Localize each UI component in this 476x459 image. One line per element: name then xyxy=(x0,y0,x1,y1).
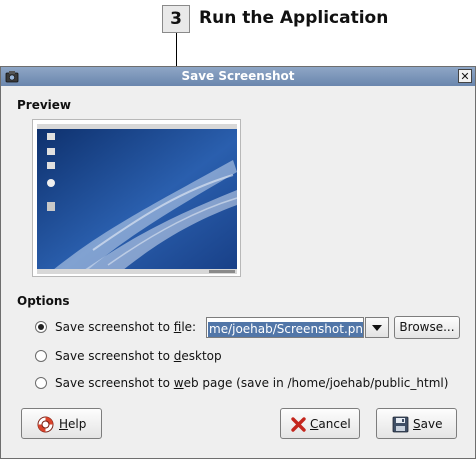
filename-field[interactable]: me/joehab/Screenshot.png xyxy=(206,317,364,338)
chevron-down-icon xyxy=(372,325,382,331)
floppy-disk-icon xyxy=(392,416,409,433)
location-dropdown-button[interactable] xyxy=(365,317,389,338)
save-to-desktop-radio[interactable] xyxy=(35,350,47,362)
save-to-web-radio[interactable] xyxy=(35,377,47,389)
help-button[interactable]: Help xyxy=(21,408,102,439)
desktop-preview-image xyxy=(33,120,240,276)
close-icon: ✕ xyxy=(460,69,470,83)
help-label: Help xyxy=(59,417,87,431)
help-lifebuoy-icon xyxy=(37,416,54,433)
step-number-badge: 3 xyxy=(162,5,190,33)
window-titlebar[interactable]: Save Screenshot ✕ xyxy=(1,67,475,86)
options-heading: Options xyxy=(17,294,70,308)
save-to-file-radio[interactable] xyxy=(35,321,47,333)
browse-button[interactable]: Browse... xyxy=(394,316,460,339)
save-screenshot-dialog: Save Screenshot ✕ Preview Options Save s… xyxy=(0,66,476,459)
save-to-file-label[interactable]: Save screenshot to file: xyxy=(55,320,196,334)
window-title: Save Screenshot xyxy=(181,69,295,83)
cancel-label: Cancel xyxy=(310,417,351,431)
save-to-web-label[interactable]: Save screenshot to web page (save in /ho… xyxy=(55,376,448,390)
save-button[interactable]: Save xyxy=(376,408,457,439)
close-button[interactable]: ✕ xyxy=(458,69,472,83)
preview-heading: Preview xyxy=(17,98,72,112)
filename-value: me/joehab/Screenshot.png xyxy=(208,322,363,337)
step-title: Run the Application xyxy=(199,8,389,28)
cancel-x-icon xyxy=(291,417,306,432)
screenshot-preview xyxy=(32,119,241,277)
cancel-button[interactable]: Cancel xyxy=(280,408,360,439)
save-to-desktop-label[interactable]: Save screenshot to desktop xyxy=(55,349,222,363)
save-label: Save xyxy=(413,417,443,431)
